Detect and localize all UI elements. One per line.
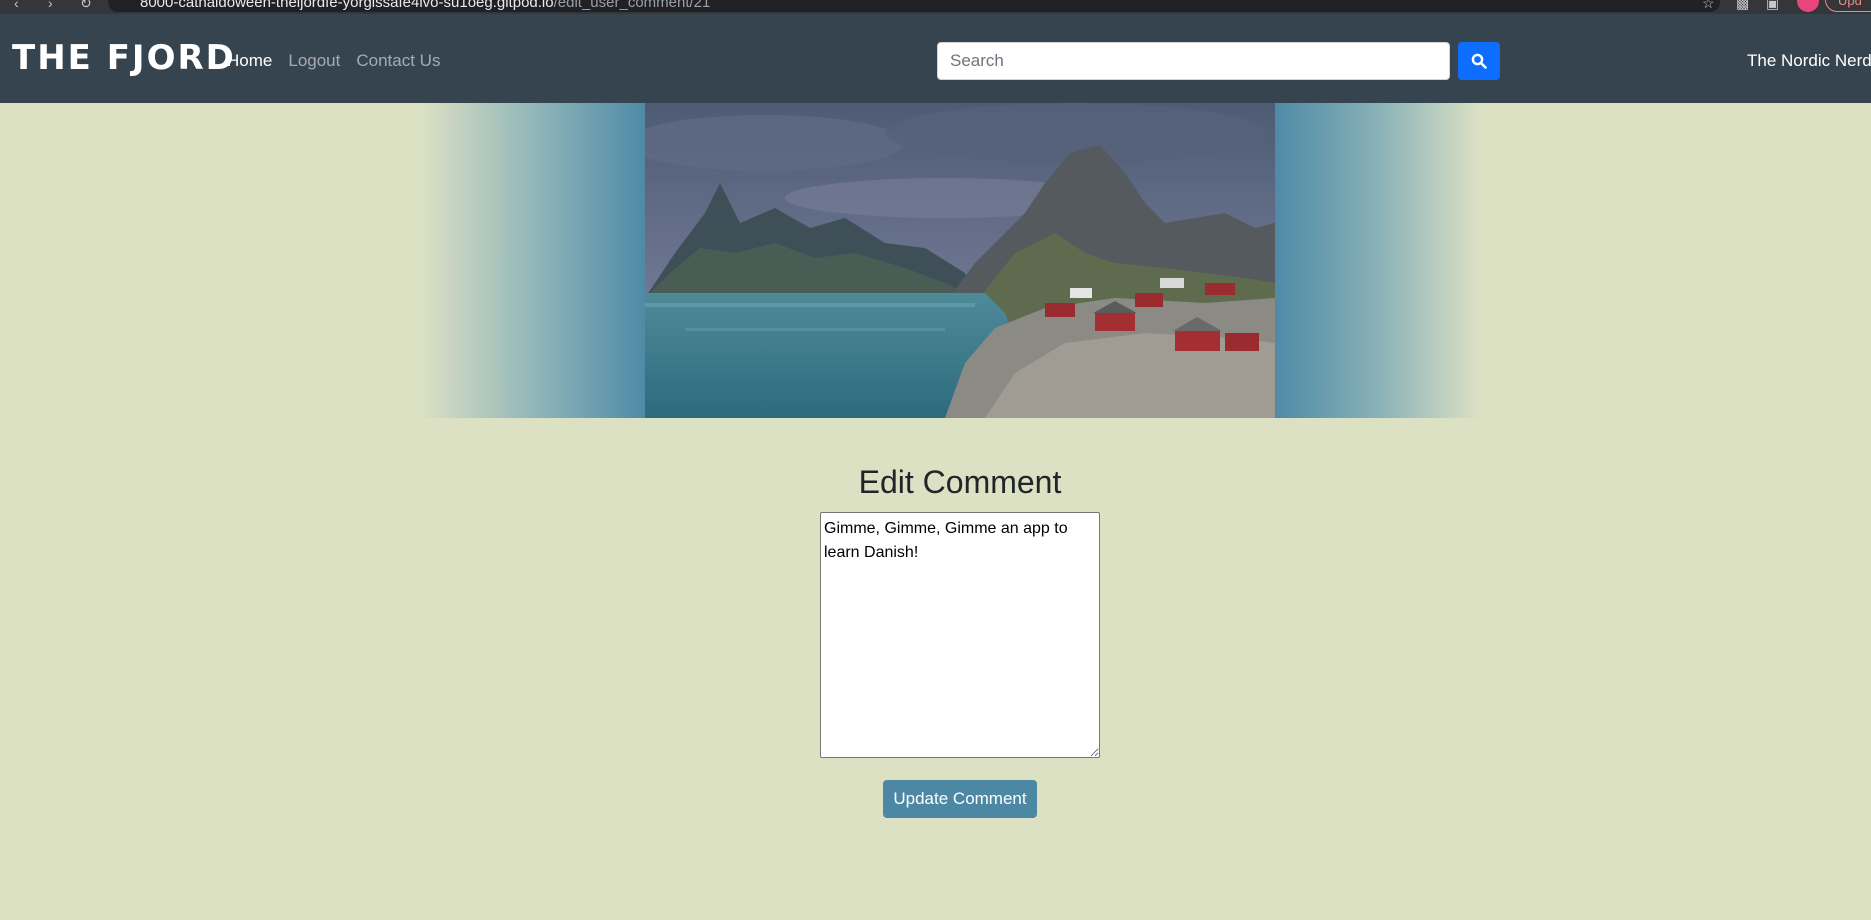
hero-banner <box>0 103 1871 418</box>
nav-link-home[interactable]: Home <box>227 51 272 71</box>
nav-links: Home Logout Contact Us <box>227 51 440 71</box>
back-icon[interactable]: ‹ <box>14 0 19 10</box>
hero-image <box>645 103 1275 418</box>
reload-icon[interactable]: ↻ <box>80 0 92 10</box>
site-name: The Nordic Nerd <box>1747 51 1871 70</box>
forward-icon[interactable]: › <box>48 0 53 10</box>
nav-link-contact-us[interactable]: Contact Us <box>356 51 440 71</box>
browser-toolbar: ‹ › ↻ 8000-cathaldoween-theijordfe-yorgi… <box>0 0 1871 14</box>
brand-logo[interactable]: THE FJORD <box>12 38 236 78</box>
comment-textarea[interactable]: Gimme, Gimme, Gimme an app to learn Dani… <box>820 512 1100 758</box>
page-title: Edit Comment <box>858 464 1062 500</box>
address-text: 8000-cathaldoween-theijordfe-yorgissafe4… <box>140 0 711 11</box>
update-comment-button[interactable]: Update Comment <box>883 780 1037 818</box>
browser-update-button[interactable]: Upd <box>1825 0 1871 12</box>
search-icon <box>1471 53 1487 69</box>
search-input[interactable] <box>937 42 1450 80</box>
search-button[interactable] <box>1458 42 1500 80</box>
extensions-icon[interactable]: ▩ <box>1736 0 1749 10</box>
nav-link-logout[interactable]: Logout <box>288 51 340 71</box>
bookmark-star-icon[interactable]: ☆ <box>1702 0 1715 10</box>
sidepanel-icon[interactable]: ▣ <box>1766 0 1779 10</box>
navbar: THE FJORD Home Logout Contact Us The Nor… <box>0 14 1871 103</box>
profile-avatar[interactable] <box>1797 0 1819 12</box>
fjord-landscape-image <box>645 103 1275 418</box>
